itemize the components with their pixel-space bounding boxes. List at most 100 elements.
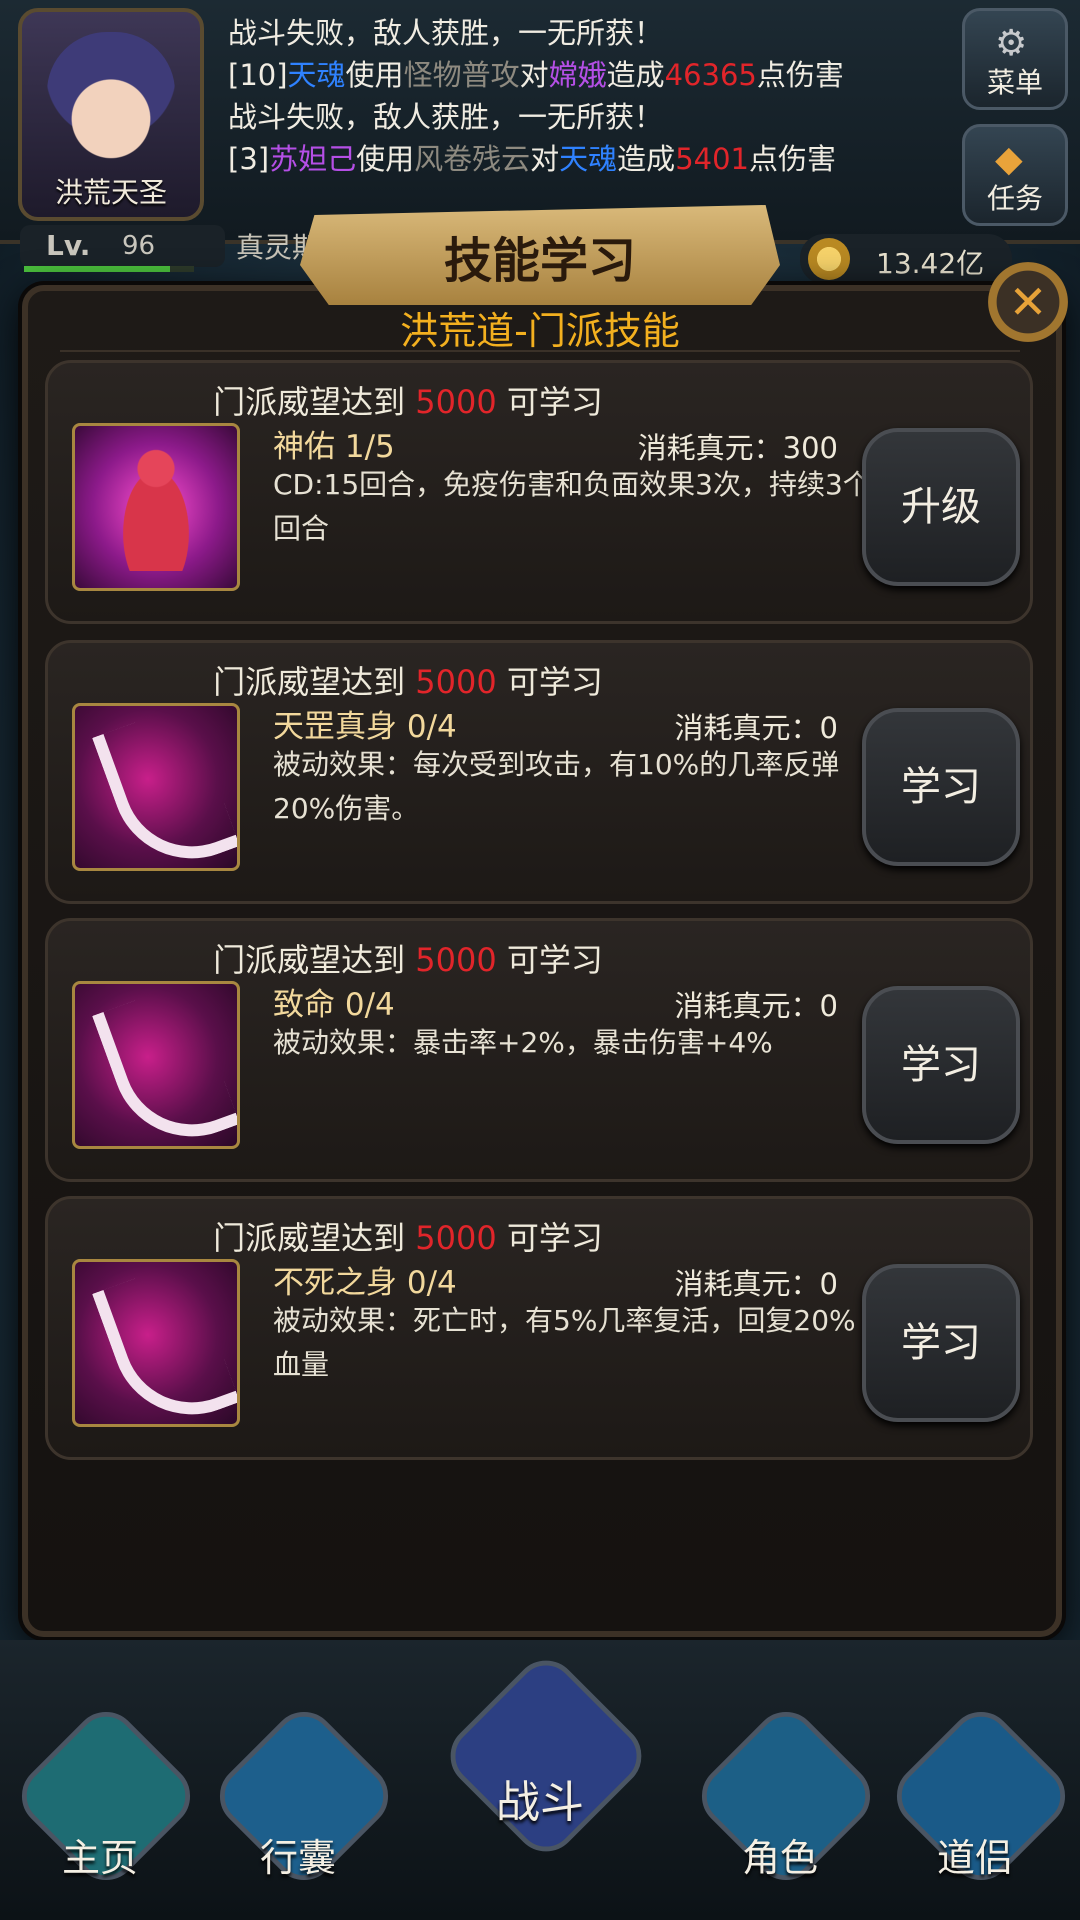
chat-segment: 风卷残云 xyxy=(414,142,531,176)
gear-icon: ⚙ xyxy=(995,23,1028,64)
chat-segment: 造成 xyxy=(617,142,676,176)
dialog-title-banner: 技能学习 xyxy=(300,205,780,305)
skill-cost: 消耗真元：0 xyxy=(674,711,838,745)
nav-character-label: 角色 xyxy=(741,1836,818,1880)
top-hud: 洪荒天圣 战斗失败，敌人获胜，一无所获！ [10]天魂使用怪物普攻对嫦娥造成463… xyxy=(0,0,1080,244)
quest-button[interactable]: ◆ 任务 xyxy=(962,124,1068,226)
skill-card: 门派威望达到 5000 可学习致命 0/4 消耗真元：0 被动效果：暴击率+2%，暴… xyxy=(45,918,1033,1182)
skill-description: CD:15回合，免疫伤害和负面效果3次，持续3个回合 xyxy=(273,468,871,545)
skill-requirement: 门派威望达到 5000 可学习 xyxy=(48,935,768,981)
level-value: 96 xyxy=(122,231,156,261)
chat-segment: 天魂 xyxy=(559,142,618,176)
slash-mark xyxy=(92,706,237,868)
nav-home[interactable]: 主页 xyxy=(8,1698,204,1900)
menu-button[interactable]: ⚙ 菜单 xyxy=(962,8,1068,110)
chat-segment: 46365 xyxy=(664,58,757,92)
skill-cost: 消耗真元：0 xyxy=(674,989,838,1023)
gold-panel: 13.42亿 xyxy=(800,234,1012,284)
subtitle-divider xyxy=(60,350,1020,352)
chat-segment: 对 xyxy=(530,142,560,176)
skill-description: 被动效果：暴击率+2%，暴击伤害+4% xyxy=(273,1026,773,1059)
skill-name: 致命 0/4 xyxy=(273,987,395,1023)
chat-segment: 点伤害 xyxy=(756,58,844,92)
skill-card: 门派威望达到 5000 可学习不死之身 0/4 消耗真元：0 被动效果：死亡时，有5… xyxy=(45,1196,1033,1460)
chat-segment: 战斗失败，敌人获胜，一无所获！ xyxy=(228,100,664,134)
slash-mark xyxy=(92,984,237,1146)
claw-slash-icon xyxy=(72,703,240,871)
chat-line: [10]天魂使用怪物普攻对嫦娥造成46365点伤害 xyxy=(228,54,948,96)
chat-segment: 嫦娥 xyxy=(548,58,607,92)
bottom-navigation: 主页 行囊 战斗 角色 道侣 xyxy=(0,1640,1080,1920)
learn-button[interactable]: 学习 xyxy=(862,986,1020,1144)
learn-button[interactable]: 学习 xyxy=(862,708,1020,866)
chat-segment: 使用 xyxy=(345,58,404,92)
level-label: Lv. xyxy=(46,229,91,262)
chat-segment: 怪物普攻 xyxy=(403,58,520,92)
player-name: 洪荒天圣 xyxy=(54,176,167,209)
nav-home-label: 主页 xyxy=(61,1836,138,1880)
chat-segment: 5401 xyxy=(675,142,749,176)
meditating-monk-icon xyxy=(72,423,240,591)
requirement-suffix: 可学习 xyxy=(506,941,603,979)
skill-card: 门派威望达到 5000 可学习神佑 1/5 消耗真元：300 CD:15回合，免疫伤… xyxy=(45,360,1033,624)
skill-name: 天罡真身 0/4 xyxy=(273,709,457,745)
requirement-suffix: 可学习 xyxy=(506,1219,603,1257)
skill-requirement: 门派威望达到 5000 可学习 xyxy=(48,657,768,703)
skill-requirement: 门派威望达到 5000 可学习 xyxy=(48,1213,768,1259)
chat-line: [3]苏妲己使用风卷残云对天魂造成5401点伤害 xyxy=(228,138,948,180)
nav-bag[interactable]: 行囊 xyxy=(206,1698,402,1900)
requirement-suffix: 可学习 xyxy=(506,383,603,421)
skill-description: 被动效果：死亡时，有5%几率复活，回复20%血量 xyxy=(273,1304,856,1381)
nav-battle[interactable]: 战斗 xyxy=(437,1647,655,1865)
sword-icon xyxy=(437,1647,655,1865)
player-avatar[interactable]: 洪荒天圣 xyxy=(18,8,204,221)
nav-companion-label: 道侣 xyxy=(936,1836,1013,1880)
dialog-subtitle: 洪荒道-门派技能 xyxy=(400,309,680,353)
skill-cost: 消耗真元：0 xyxy=(674,1267,838,1301)
battle-log: 战斗失败，敌人获胜，一无所获！ [10]天魂使用怪物普攻对嫦娥造成46365点伤害… xyxy=(228,12,948,212)
skill-description: 被动效果：每次受到攻击，有10%的几率反弹20%伤害。 xyxy=(273,748,840,825)
level-panel: Lv. 96 xyxy=(20,225,225,267)
monk-figure xyxy=(110,446,202,571)
chat-segment: 点伤害 xyxy=(749,142,837,176)
nav-character[interactable]: 角色 xyxy=(688,1698,884,1900)
skill-name: 神佑 1/5 xyxy=(273,429,395,465)
chat-segment: 战斗失败，敌人获胜，一无所获！ xyxy=(228,16,664,50)
claw-slash-icon xyxy=(72,1259,240,1427)
skill-cost: 消耗真元：300 xyxy=(637,431,838,465)
requirement-suffix: 可学习 xyxy=(506,663,603,701)
dialog-title: 技能学习 xyxy=(443,233,636,289)
diamond-icon: ◆ xyxy=(995,139,1023,180)
avatar-portrait xyxy=(47,32,175,172)
menu-label: 菜单 xyxy=(986,66,1043,99)
requirement-prefix: 门派威望达到 xyxy=(213,1219,406,1257)
claw-slash-icon xyxy=(72,981,240,1149)
nav-bag-label: 行囊 xyxy=(259,1836,336,1880)
requirement-prefix: 门派威望达到 xyxy=(213,941,406,979)
skill-name: 不死之身 0/4 xyxy=(273,1265,457,1301)
quest-label: 任务 xyxy=(986,182,1043,215)
exp-bar xyxy=(24,266,194,272)
chat-segment: 天魂 xyxy=(287,58,346,92)
nav-battle-label: 战斗 xyxy=(496,1777,584,1828)
requirement-value: 5000 xyxy=(415,383,497,421)
chat-segment: 苏妲己 xyxy=(269,142,357,176)
gold-coin-icon xyxy=(808,238,850,280)
requirement-value: 5000 xyxy=(415,663,497,701)
requirement-prefix: 门派威望达到 xyxy=(213,663,406,701)
requirement-prefix: 门派威望达到 xyxy=(213,383,406,421)
chat-line: 战斗失败，敌人获胜，一无所获！ xyxy=(228,96,948,138)
chat-line: 战斗失败，敌人获胜，一无所获！ xyxy=(228,12,948,54)
chat-segment: 对 xyxy=(519,58,549,92)
gold-amount: 13.42亿 xyxy=(876,247,985,280)
slash-mark xyxy=(92,1262,237,1424)
learn-button[interactable]: 学习 xyxy=(862,1264,1020,1422)
skill-card: 门派威望达到 5000 可学习天罡真身 0/4 消耗真元：0 被动效果：每次受到攻击… xyxy=(45,640,1033,904)
chat-segment: [3] xyxy=(228,142,270,176)
nav-companion[interactable]: 道侣 xyxy=(883,1698,1079,1900)
upgrade-button[interactable]: 升级 xyxy=(862,428,1020,586)
requirement-value: 5000 xyxy=(415,1219,497,1257)
skill-requirement: 门派威望达到 5000 可学习 xyxy=(48,377,768,423)
chat-segment: [10] xyxy=(228,58,288,92)
chat-segment: 使用 xyxy=(356,142,415,176)
